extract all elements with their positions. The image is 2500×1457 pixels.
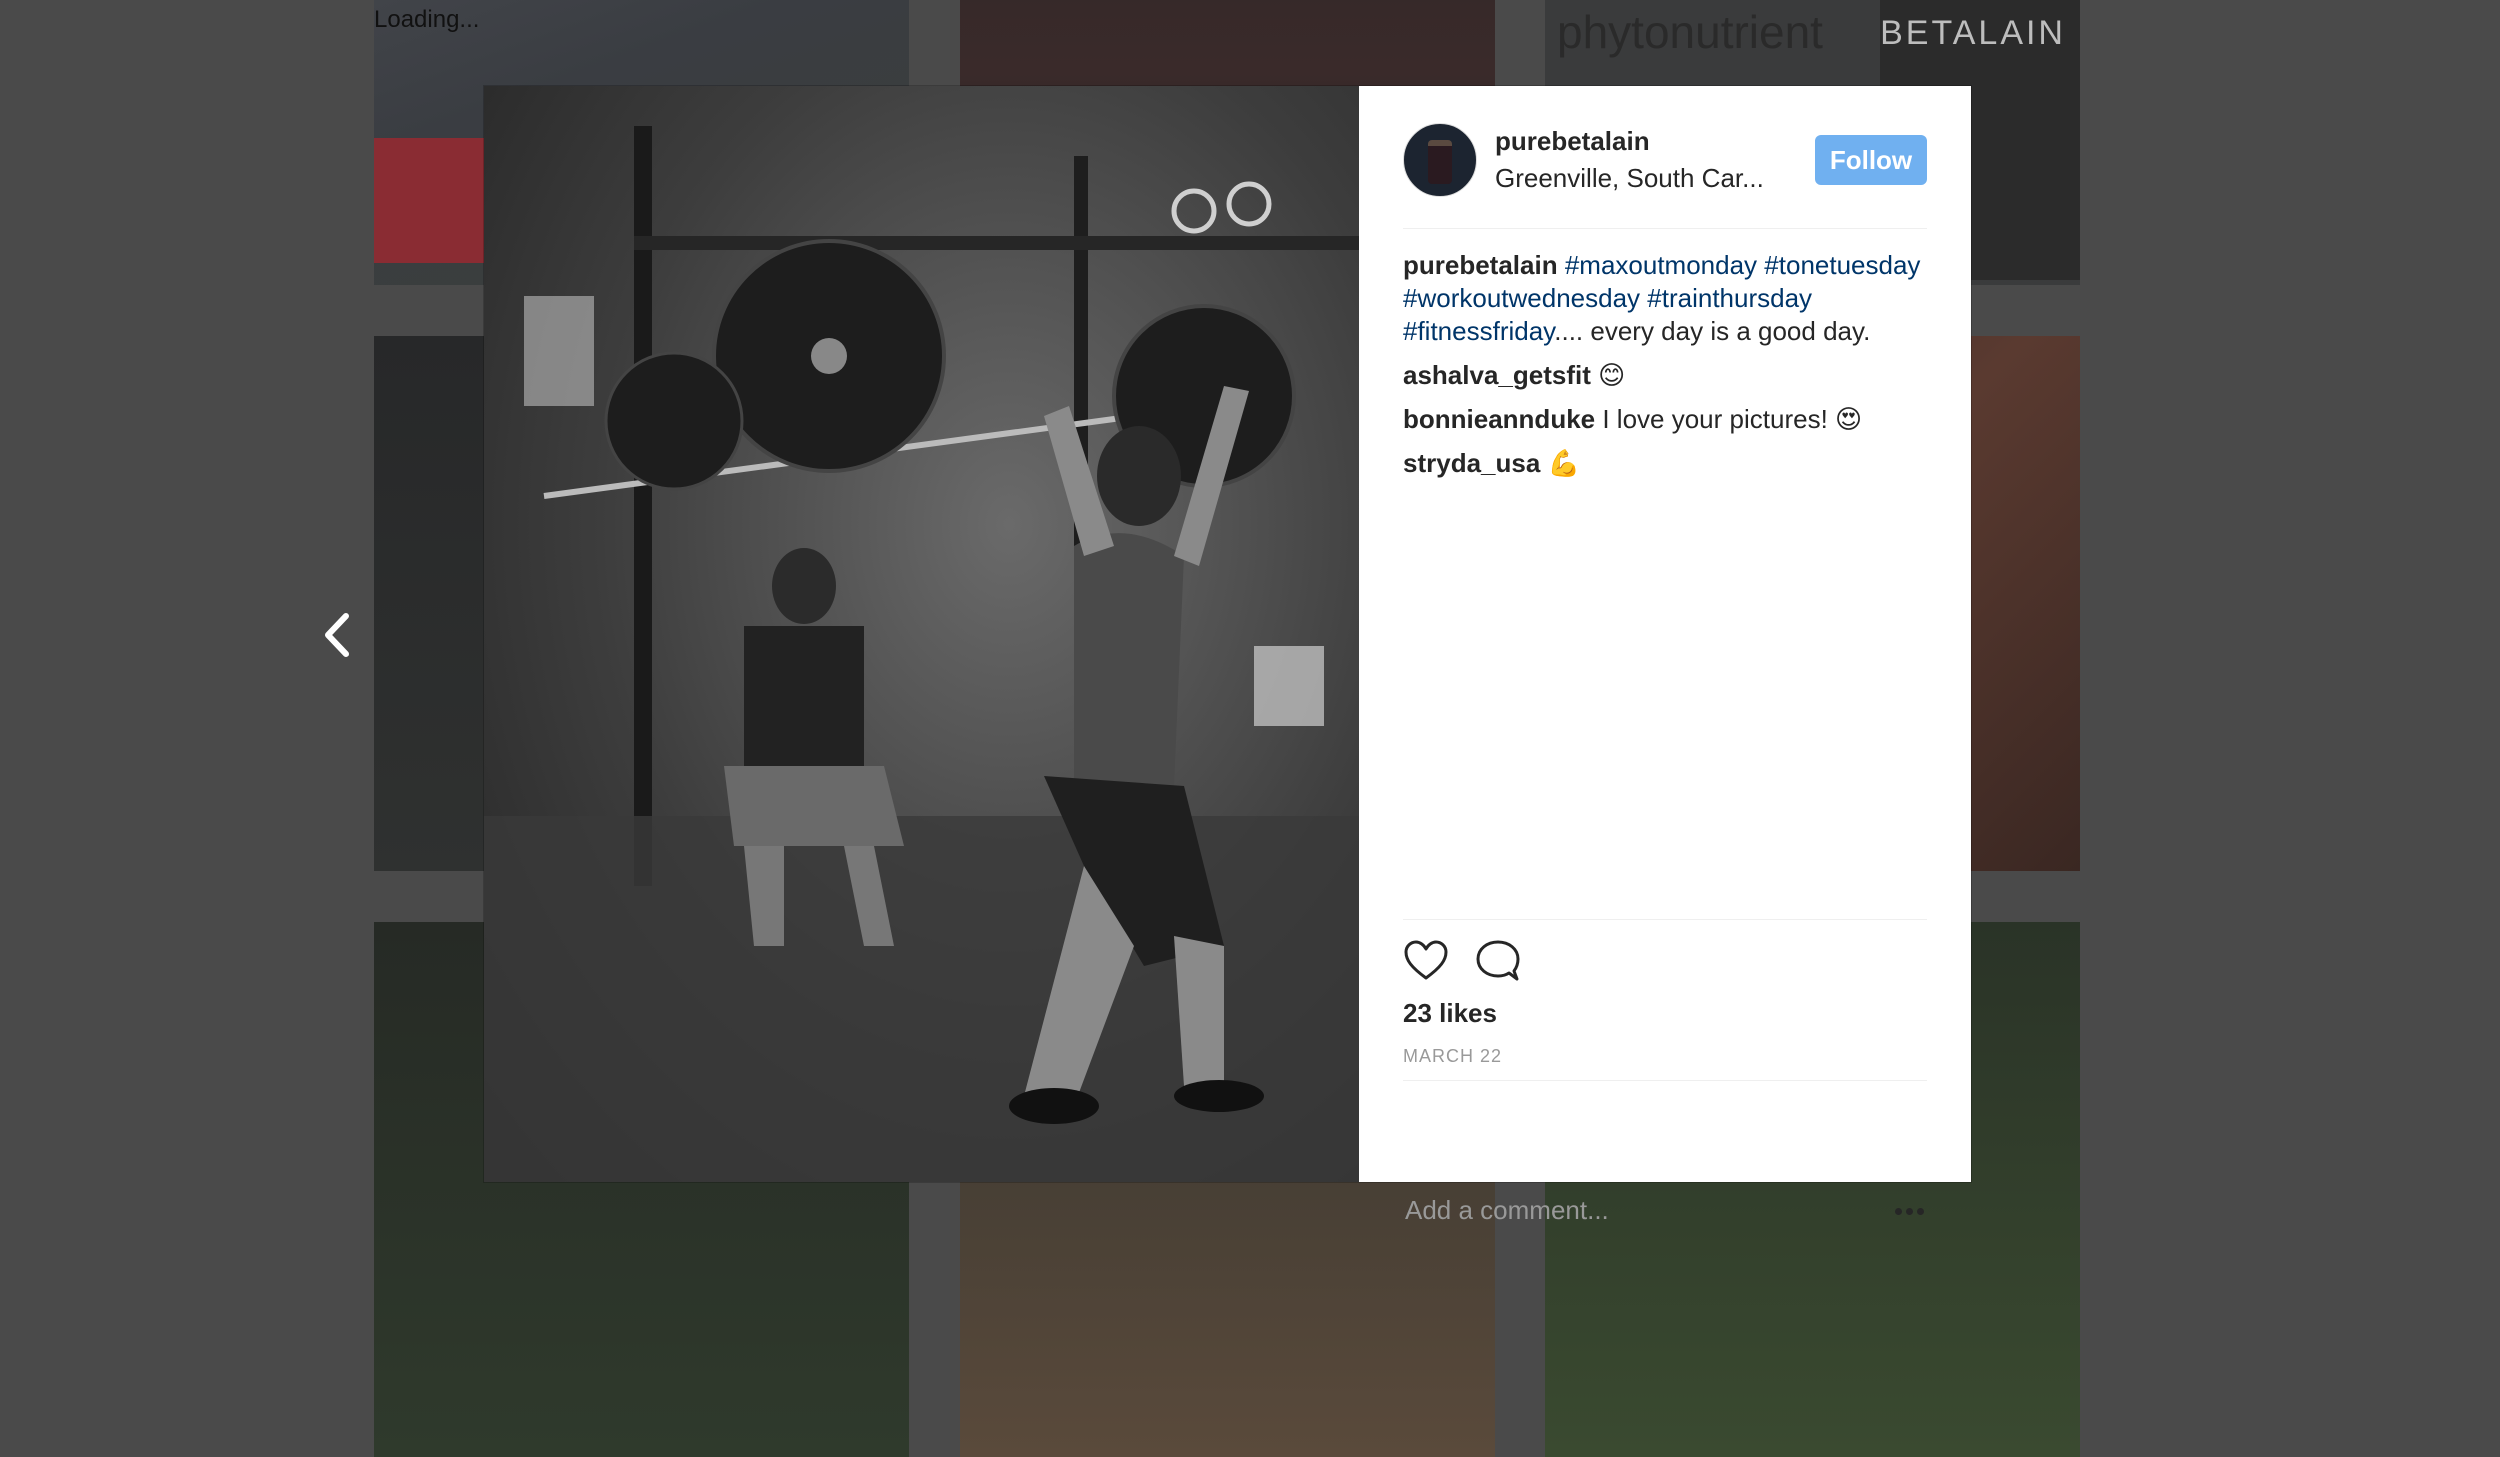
caption-username[interactable]: purebetalain [1403,250,1558,280]
comment-text: 💪 [1547,448,1580,478]
post-photo [484,86,1359,1182]
weightlifting-photo [484,126,1359,1182]
follow-button[interactable]: Follow [1815,135,1927,185]
comment-username[interactable]: bonnieannduke [1403,404,1595,434]
loading-text: Loading... [374,6,480,33]
prev-post-button[interactable] [318,610,358,660]
post-actions [1403,936,1547,986]
header-divider [1403,228,1927,229]
hashtag-link[interactable]: #maxoutmonday [1565,250,1757,280]
username-link[interactable]: purebetalain [1495,126,1815,157]
hashtag-link[interactable]: #trainthursday [1647,283,1812,313]
comments-list: purebetalain #maxoutmonday #tonetuesday … [1403,249,1927,491]
post-modal: purebetalain Greenville, South Car... Fo… [484,86,1971,1236]
tile-tag-block [374,138,494,263]
comment-username[interactable]: ashalva_getsfit [1403,360,1591,390]
post-details-panel: purebetalain Greenville, South Car... Fo… [1359,86,1971,1236]
avatar[interactable] [1403,123,1477,197]
hashtag-link[interactable]: #tonetuesday [1764,250,1920,280]
comment-icon[interactable] [1475,938,1521,984]
hashtag-link[interactable]: #workoutwednesday [1403,283,1640,313]
add-comment-input[interactable] [1403,1184,1867,1236]
heart-icon[interactable] [1403,938,1449,984]
likes-count[interactable]: 23 likes [1403,998,1497,1029]
location-link[interactable]: Greenville, South Car... [1495,163,1815,194]
post-header: purebetalain Greenville, South Car... Fo… [1403,120,1927,200]
actions-divider [1403,919,1927,920]
comment-item: bonnieannduke I love your pictures! 😍 [1403,403,1927,436]
avatar-jar-image [1428,140,1452,184]
caption: purebetalain #maxoutmonday #tonetuesday … [1403,249,1927,348]
comment-text: I love your pictures! 😍 [1602,404,1863,434]
tile-side-text: BETALAIN [1880,14,2066,52]
post-date: MARCH 22 [1403,1046,1503,1066]
caption-text: .... every day is a good day. [1554,316,1871,346]
comment-item: stryda_usa 💪 [1403,447,1927,480]
tile-text: phytonutrient [1557,6,1823,58]
hashtag-link[interactable]: #fitnessfriday [1403,316,1554,346]
more-options-icon[interactable] [1895,1208,1925,1218]
chevron-left-icon [325,613,349,657]
comment-username[interactable]: stryda_usa [1403,448,1540,478]
user-meta: purebetalain Greenville, South Car... [1495,126,1815,194]
comment-item: ashalva_getsfit 😊 [1403,359,1927,392]
comment-text: 😊 [1598,360,1626,390]
input-divider [1403,1080,1927,1081]
